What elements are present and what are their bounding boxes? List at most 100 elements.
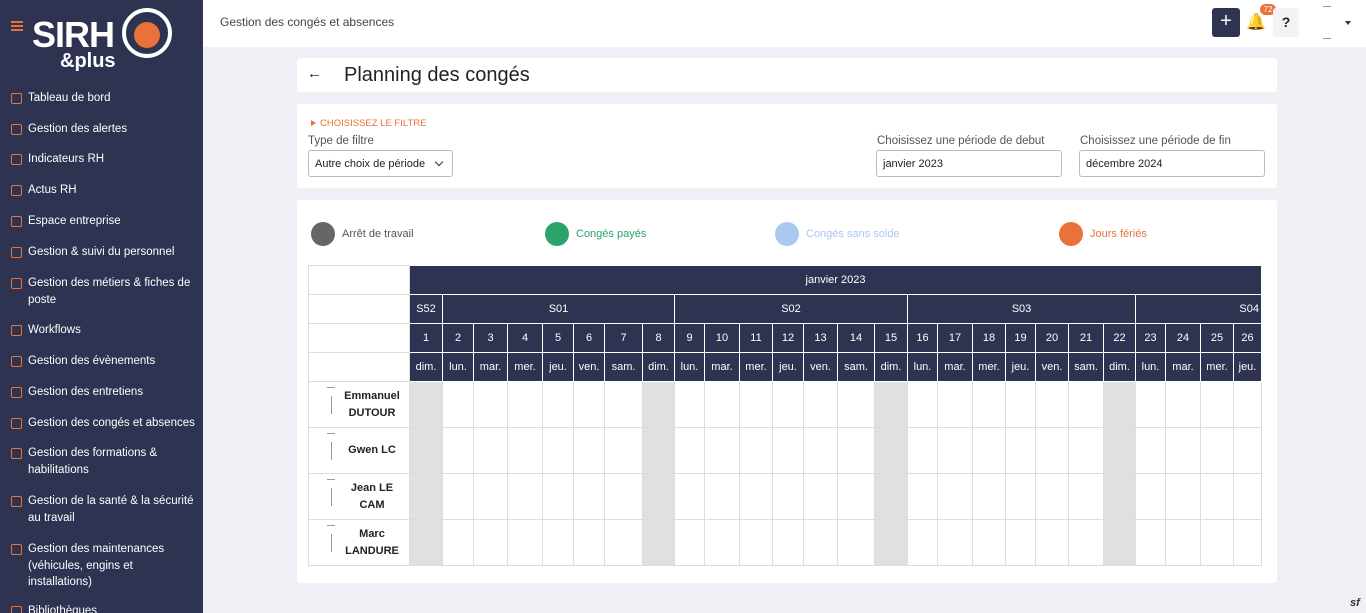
- day-cell[interactable]: [739, 473, 773, 520]
- day-cell[interactable]: [442, 381, 474, 428]
- day-cell[interactable]: [1233, 381, 1262, 428]
- period-start-input[interactable]: janvier 2023: [876, 150, 1062, 177]
- day-cell[interactable]: [1035, 381, 1069, 428]
- day-cell[interactable]: [937, 427, 973, 474]
- day-cell[interactable]: [542, 473, 574, 520]
- day-cell[interactable]: [803, 381, 838, 428]
- sidebar-item[interactable]: Gestion des évènements: [0, 353, 203, 370]
- day-cell[interactable]: [874, 519, 908, 566]
- day-cell[interactable]: [473, 519, 508, 566]
- day-cell[interactable]: [1200, 519, 1234, 566]
- sidebar-item[interactable]: Gestion des maintenances (véhicules, eng…: [0, 541, 203, 591]
- day-cell[interactable]: [1005, 381, 1036, 428]
- day-cell[interactable]: [642, 427, 675, 474]
- filter-type-select[interactable]: Autre choix de période: [308, 150, 453, 177]
- sidebar-item[interactable]: Gestion des métiers & fiches de poste: [0, 275, 203, 308]
- sidebar-item[interactable]: Gestion de la santé & la sécurité au tra…: [0, 493, 203, 526]
- day-cell[interactable]: [1068, 473, 1104, 520]
- day-cell[interactable]: [772, 381, 804, 428]
- day-cell[interactable]: [473, 381, 508, 428]
- day-cell[interactable]: [409, 473, 443, 520]
- day-cell[interactable]: [1005, 519, 1036, 566]
- sidebar-item[interactable]: Espace entreprise: [0, 213, 203, 230]
- day-cell[interactable]: [507, 381, 543, 428]
- day-cell[interactable]: [1135, 473, 1166, 520]
- day-cell[interactable]: [803, 519, 838, 566]
- day-cell[interactable]: [972, 381, 1006, 428]
- sidebar-item[interactable]: Gestion & suivi du personnel: [0, 244, 203, 261]
- day-cell[interactable]: [972, 473, 1006, 520]
- day-cell[interactable]: [573, 427, 605, 474]
- day-cell[interactable]: [442, 473, 474, 520]
- sidebar-item[interactable]: Gestion des formations & habilitations: [0, 445, 203, 478]
- symfony-icon[interactable]: sf: [1350, 597, 1360, 609]
- day-cell[interactable]: [772, 473, 804, 520]
- day-cell[interactable]: [642, 519, 675, 566]
- day-cell[interactable]: [674, 381, 705, 428]
- day-cell[interactable]: [739, 519, 773, 566]
- day-cell[interactable]: [874, 473, 908, 520]
- menu-icon[interactable]: [11, 21, 23, 31]
- sidebar-item[interactable]: Bibliothèques: [0, 603, 203, 613]
- day-cell[interactable]: [573, 519, 605, 566]
- day-cell[interactable]: [442, 519, 474, 566]
- day-cell[interactable]: [1103, 519, 1136, 566]
- day-cell[interactable]: [772, 427, 804, 474]
- day-cell[interactable]: [473, 427, 508, 474]
- sidebar-item[interactable]: Indicateurs RH: [0, 151, 203, 168]
- day-cell[interactable]: [704, 381, 740, 428]
- day-cell[interactable]: [1135, 381, 1166, 428]
- day-cell[interactable]: [837, 427, 875, 474]
- day-cell[interactable]: [1103, 473, 1136, 520]
- day-cell[interactable]: [874, 381, 908, 428]
- day-cell[interactable]: [604, 427, 643, 474]
- day-cell[interactable]: [507, 473, 543, 520]
- day-cell[interactable]: [604, 519, 643, 566]
- back-arrow-icon[interactable]: ←: [307, 65, 322, 82]
- day-cell[interactable]: [674, 473, 705, 520]
- day-cell[interactable]: [1005, 427, 1036, 474]
- user-menu[interactable]: [1318, 6, 1358, 40]
- day-cell[interactable]: [1200, 473, 1234, 520]
- day-cell[interactable]: [704, 473, 740, 520]
- day-cell[interactable]: [874, 427, 908, 474]
- sidebar-item[interactable]: Gestion des entretiens: [0, 384, 203, 401]
- day-cell[interactable]: [1135, 427, 1166, 474]
- day-cell[interactable]: [1165, 427, 1201, 474]
- day-cell[interactable]: [507, 519, 543, 566]
- day-cell[interactable]: [739, 427, 773, 474]
- day-cell[interactable]: [907, 473, 938, 520]
- day-cell[interactable]: [1200, 381, 1234, 428]
- sidebar-item[interactable]: Gestion des congés et absences: [0, 415, 203, 432]
- day-cell[interactable]: [573, 473, 605, 520]
- day-cell[interactable]: [642, 473, 675, 520]
- sidebar-item[interactable]: Gestion des alertes: [0, 121, 203, 138]
- sidebar-item[interactable]: Actus RH: [0, 182, 203, 199]
- day-cell[interactable]: [409, 381, 443, 428]
- day-cell[interactable]: [604, 381, 643, 428]
- day-cell[interactable]: [409, 427, 443, 474]
- day-cell[interactable]: [972, 519, 1006, 566]
- day-cell[interactable]: [1233, 427, 1262, 474]
- day-cell[interactable]: [772, 519, 804, 566]
- day-cell[interactable]: [1233, 519, 1262, 566]
- help-button[interactable]: ?: [1273, 8, 1299, 37]
- day-cell[interactable]: [674, 519, 705, 566]
- day-cell[interactable]: [837, 473, 875, 520]
- sidebar-item[interactable]: Workflows: [0, 322, 203, 339]
- day-cell[interactable]: [907, 381, 938, 428]
- day-cell[interactable]: [674, 427, 705, 474]
- day-cell[interactable]: [573, 381, 605, 428]
- day-cell[interactable]: [1068, 381, 1104, 428]
- period-end-input[interactable]: décembre 2024: [1079, 150, 1265, 177]
- day-cell[interactable]: [1035, 473, 1069, 520]
- day-cell[interactable]: [837, 519, 875, 566]
- day-cell[interactable]: [907, 519, 938, 566]
- day-cell[interactable]: [972, 427, 1006, 474]
- day-cell[interactable]: [1103, 427, 1136, 474]
- day-cell[interactable]: [937, 381, 973, 428]
- logo[interactable]: SIRH &plus: [30, 6, 175, 72]
- day-cell[interactable]: [739, 381, 773, 428]
- day-cell[interactable]: [507, 427, 543, 474]
- day-cell[interactable]: [937, 519, 973, 566]
